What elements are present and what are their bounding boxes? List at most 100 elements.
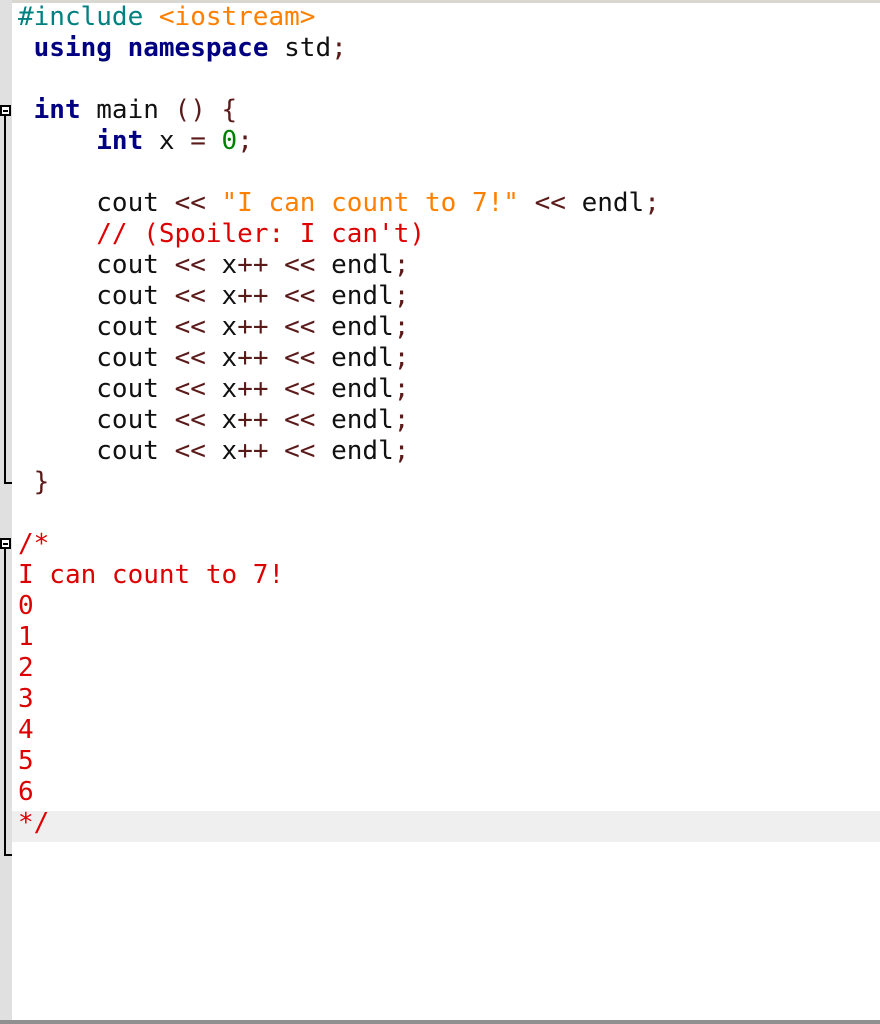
comment-token: 2 [18, 653, 34, 683]
operator-token: << [284, 343, 316, 373]
keyword-token: namespace [127, 33, 269, 63]
operator-token: ; [237, 126, 253, 156]
identifier-token: endl [315, 343, 394, 373]
comment-token: 1 [18, 622, 34, 652]
code-line[interactable]: cout << x++ << endl; [18, 374, 660, 405]
identifier-token: endl [315, 281, 394, 311]
code-line[interactable]: 0 [18, 591, 660, 622]
comment-token: */ [18, 808, 50, 838]
operator-token: << [174, 343, 206, 373]
identifier-token: cout [96, 250, 175, 280]
operator-token: ; [331, 33, 347, 63]
code-line[interactable]: cout << x++ << endl; [18, 343, 660, 374]
code-line[interactable]: 4 [18, 715, 660, 746]
identifier-token: cout [96, 343, 175, 373]
operator-token: << [174, 374, 206, 404]
fold-collapse-icon-comment[interactable] [0, 538, 11, 549]
code-line[interactable]: /* [18, 529, 660, 560]
operator-token: << [284, 281, 316, 311]
identifier-token [269, 374, 285, 404]
identifier-token [206, 188, 222, 218]
code-line[interactable]: I can count to 7! [18, 560, 660, 591]
identifier-token: cout [96, 281, 175, 311]
code-editor[interactable]: #include <iostream> using namespace std;… [0, 0, 880, 1024]
code-line[interactable]: cout << x++ << endl; [18, 436, 660, 467]
operator-token: () [174, 95, 206, 125]
code-text-area[interactable]: #include <iostream> using namespace std;… [18, 2, 660, 839]
identifier-token [269, 343, 285, 373]
operator-token: << [284, 374, 316, 404]
identifier-token [269, 312, 285, 342]
code-line[interactable]: cout << x++ << endl; [18, 405, 660, 436]
code-line[interactable]: int main () { [18, 95, 660, 126]
operator-token: ++ [237, 312, 269, 342]
operator-token: { [221, 95, 238, 125]
identifier-token: x [205, 281, 238, 311]
comment-token: 4 [18, 715, 34, 745]
code-line[interactable]: using namespace std; [18, 33, 660, 64]
comment-token: I can count to 7! [18, 560, 285, 590]
code-line[interactable]: ​ [18, 64, 660, 95]
code-line[interactable]: ​ [18, 157, 660, 188]
operator-token: ++ [237, 250, 269, 280]
code-line[interactable]: 2 [18, 653, 660, 684]
string-token: "I can count to 7!" [221, 188, 519, 218]
operator-token: ++ [237, 281, 269, 311]
preprocessor-token: #include [18, 2, 159, 32]
identifier-token [206, 95, 222, 125]
string-token: <iostream> [158, 2, 316, 32]
fold-end-marker-main [4, 482, 12, 484]
identifier-token: x [205, 312, 238, 342]
keyword-token: using [33, 33, 112, 63]
identifier-token: cout [96, 436, 175, 466]
code-line[interactable]: 5 [18, 746, 660, 777]
identifier-token: std [268, 33, 332, 63]
identifier-token: x [205, 250, 238, 280]
code-line[interactable]: } [18, 467, 660, 498]
comment-token: 6 [18, 777, 34, 807]
operator-token: ++ [237, 436, 269, 466]
operator-token: << [284, 250, 316, 280]
operator-token: ; [393, 405, 410, 435]
identifier-token: cout [96, 405, 175, 435]
operator-token: ; [393, 374, 410, 404]
keyword-token: int [33, 95, 81, 125]
fold-collapse-icon-main[interactable] [0, 105, 11, 116]
identifier-token: endl [315, 405, 394, 435]
code-line[interactable]: cout << x++ << endl; [18, 312, 660, 343]
code-line[interactable]: cout << x++ << endl; [18, 250, 660, 281]
code-line[interactable]: */ [18, 808, 660, 839]
identifier-token [269, 405, 285, 435]
identifier-token: cout [96, 374, 175, 404]
identifier-token: endl [315, 312, 394, 342]
code-line[interactable]: ​ [18, 498, 660, 529]
fold-end-marker-comment [4, 854, 12, 856]
code-line[interactable]: // (Spoiler: I can't) [18, 219, 660, 250]
code-line[interactable]: int x = 0; [18, 126, 660, 157]
code-line[interactable]: cout << x++ << endl; [18, 281, 660, 312]
operator-token: ; [393, 436, 410, 466]
operator-token: ++ [237, 405, 269, 435]
operator-token: << [284, 312, 316, 342]
identifier-token: cout [96, 312, 175, 342]
identifier-token: cout [96, 188, 175, 218]
operator-token: ; [393, 312, 410, 342]
fold-range-line-main [4, 116, 6, 484]
identifier-token [206, 126, 222, 156]
operator-token: << [284, 436, 316, 466]
identifier-token: main [80, 95, 175, 125]
code-line[interactable]: 1 [18, 622, 660, 653]
editor-bottom-border [0, 1020, 880, 1024]
code-line[interactable]: cout << "I can count to 7!" << endl; [18, 188, 660, 219]
code-line[interactable]: 6 [18, 777, 660, 808]
code-line[interactable]: 3 [18, 684, 660, 715]
code-line[interactable]: #include <iostream> [18, 2, 660, 33]
